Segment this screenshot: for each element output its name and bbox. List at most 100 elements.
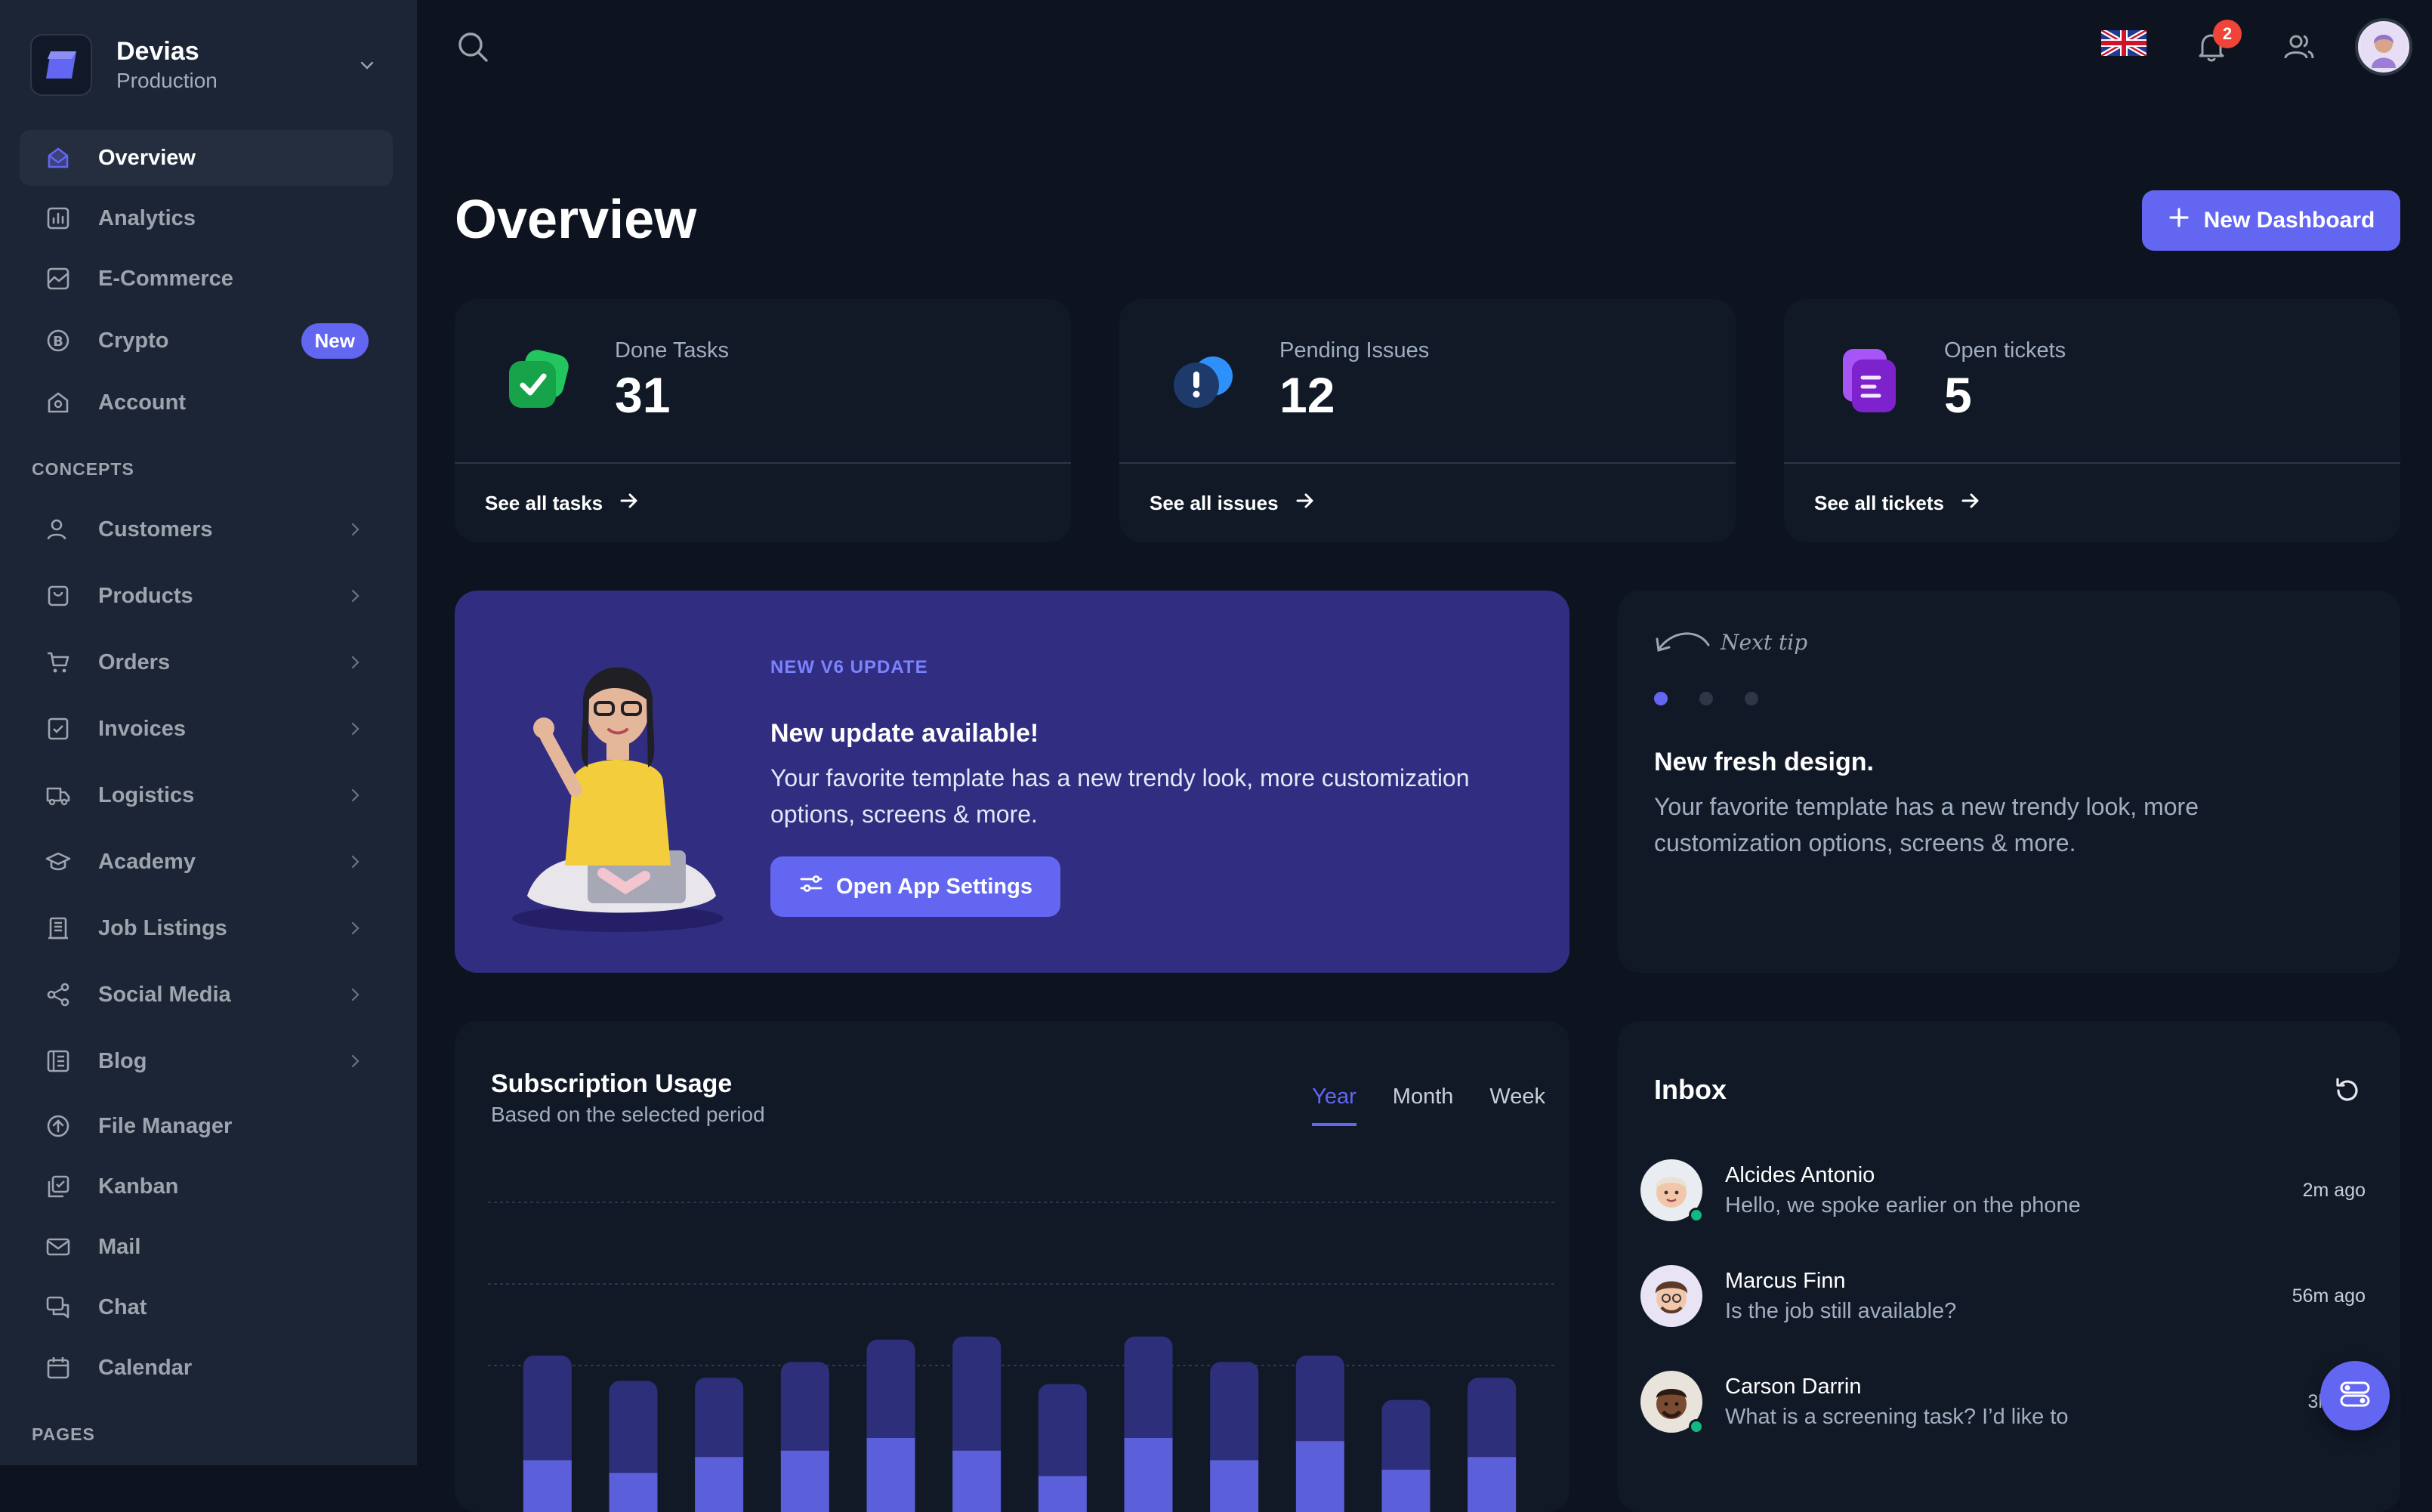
- chart-bar-segment-lower[interactable]: [1295, 1441, 1344, 1512]
- sidebar-item-blog[interactable]: Blog: [20, 1033, 393, 1089]
- chart-bar-segment-lower[interactable]: [1210, 1460, 1259, 1512]
- workspace-name: Devias: [116, 37, 199, 66]
- workspace-switcher[interactable]: Devias Production: [30, 30, 382, 100]
- promo-description: Your favorite template has a new trendy …: [770, 764, 1470, 828]
- section-title-concepts: CONCEPTS: [32, 459, 134, 479]
- tip-title: New fresh design.: [1654, 748, 1874, 776]
- period-tabs: Year Month Week: [1312, 1085, 1545, 1126]
- open-app-settings-button[interactable]: Open App Settings: [770, 856, 1060, 917]
- logo-icon: [30, 34, 92, 96]
- settings-sliders-icon: [798, 871, 824, 903]
- chart-bar-segment-upper[interactable]: [866, 1339, 915, 1453]
- sidebar-item-invoices[interactable]: Invoices: [20, 701, 393, 757]
- promo-title: New update available!: [770, 719, 1039, 748]
- sidebar-item-products[interactable]: Products: [20, 568, 393, 624]
- person-with-laptop-illustration: [497, 624, 739, 941]
- sidebar: Devias Production Overview Analytics E-C…: [0, 0, 417, 1465]
- tab-month[interactable]: Month: [1393, 1085, 1454, 1126]
- message-sender: Alcides Antonio: [1725, 1163, 1875, 1187]
- sidebar-item-customers[interactable]: Customers: [20, 501, 393, 557]
- chart-bar-segment-lower[interactable]: [952, 1450, 1002, 1512]
- stat-label: Open tickets: [1944, 338, 2066, 363]
- kanban-icon: [42, 1171, 74, 1202]
- sidebar-item-crypto[interactable]: B Crypto New: [20, 313, 393, 369]
- settings-fab-button[interactable]: [2320, 1361, 2390, 1430]
- sidebar-item-file-manager[interactable]: File Manager: [20, 1098, 393, 1154]
- cart-icon: [42, 646, 74, 678]
- sidebar-item-orders[interactable]: Orders: [20, 634, 393, 690]
- chart-bar-segment-upper[interactable]: [952, 1336, 1002, 1466]
- chart-bar-segment-lower[interactable]: [609, 1473, 658, 1512]
- update-promo-card: NEW V6 UPDATE New update available! Your…: [455, 591, 1569, 973]
- sidebar-item-overview[interactable]: Overview: [20, 130, 393, 186]
- sidebar-item-ecommerce[interactable]: E-Commerce: [20, 251, 393, 307]
- avatar: [1640, 1159, 1704, 1223]
- sidebar-item-label: Analytics: [98, 205, 196, 230]
- stat-label: Done Tasks: [615, 338, 729, 363]
- chart-bar-segment-lower[interactable]: [780, 1450, 829, 1512]
- promo-overline: NEW V6 UPDATE: [770, 657, 928, 677]
- chart-bar-segment-upper[interactable]: [1210, 1362, 1259, 1476]
- chart-bar-segment-lower[interactable]: [1468, 1457, 1517, 1512]
- sidebar-item-job-listings[interactable]: Job Listings: [20, 900, 393, 956]
- chart-bar-segment-upper[interactable]: [609, 1381, 658, 1489]
- message-preview: Hello, we spoke earlier on the phone: [1725, 1193, 2081, 1217]
- sidebar-item-kanban[interactable]: Kanban: [20, 1159, 393, 1214]
- inbox-message[interactable]: Carson Darrin What is a screening task? …: [1640, 1364, 2366, 1439]
- search-icon[interactable]: [452, 26, 494, 68]
- chevron-up-down-icon: [352, 50, 382, 80]
- sidebar-item-label: Crypto: [98, 328, 169, 353]
- sidebar-item-analytics[interactable]: Analytics: [20, 190, 393, 246]
- see-all-tasks-link[interactable]: See all tasks: [455, 464, 1071, 542]
- tab-year[interactable]: Year: [1312, 1085, 1356, 1126]
- sidebar-item-social-media[interactable]: Social Media: [20, 967, 393, 1023]
- new-dashboard-button[interactable]: New Dashboard: [2142, 190, 2400, 251]
- message-time: 2m ago: [2302, 1179, 2366, 1201]
- bell-icon[interactable]: 2: [2189, 20, 2242, 69]
- chart-bar-segment-lower[interactable]: [1124, 1438, 1173, 1512]
- chart-bar-segment-lower[interactable]: [695, 1457, 744, 1512]
- chart-bar-segment-upper[interactable]: [1295, 1355, 1344, 1457]
- chart-bar-segment-lower[interactable]: [1038, 1476, 1087, 1512]
- svg-text:B: B: [53, 334, 63, 350]
- see-all-tickets-link[interactable]: See all tickets: [1784, 464, 2400, 542]
- tab-week[interactable]: Week: [1489, 1085, 1545, 1126]
- share-icon: [42, 979, 74, 1011]
- chart-bar-segment-lower[interactable]: [1381, 1470, 1430, 1512]
- inbox-card: Inbox Alcides Antonio Hello, we spoke ea…: [1618, 1021, 2400, 1512]
- chart-bar-segment-upper[interactable]: [1038, 1384, 1087, 1492]
- chart-bar-segment-upper[interactable]: [1124, 1336, 1173, 1453]
- chart-bar-segment-lower[interactable]: [523, 1460, 572, 1512]
- user-avatar[interactable]: [2355, 18, 2412, 76]
- carousel-dot[interactable]: [1654, 692, 1668, 705]
- sidebar-item-label: File Manager: [98, 1113, 233, 1138]
- uk-flag-icon[interactable]: [2100, 29, 2148, 57]
- tip-card: Next tip New fresh design. Your favorite…: [1618, 591, 2400, 973]
- plus-icon: [2168, 206, 2190, 235]
- sidebar-item-calendar[interactable]: Calendar: [20, 1340, 393, 1396]
- sidebar-item-chat[interactable]: Chat: [20, 1279, 393, 1335]
- sidebar-item-logistics[interactable]: Logistics: [20, 767, 393, 823]
- sidebar-item-label: Job Listings: [98, 915, 227, 940]
- avatar: [1640, 1265, 1702, 1327]
- refresh-icon[interactable]: [2328, 1071, 2367, 1110]
- bar-chart-icon: [42, 202, 74, 234]
- sidebar-item-mail[interactable]: Mail: [20, 1219, 393, 1275]
- contacts-icon[interactable]: [2276, 24, 2322, 69]
- carousel-dot[interactable]: [1745, 692, 1758, 705]
- mail-icon: [42, 1231, 74, 1263]
- see-all-issues-link[interactable]: See all issues: [1119, 464, 1736, 542]
- inbox-message[interactable]: Marcus Finn Is the job still available? …: [1640, 1258, 2366, 1334]
- sidebar-item-academy[interactable]: Academy: [20, 834, 393, 890]
- stat-link-label: See all tickets: [1814, 491, 1944, 514]
- graduation-cap-icon: [42, 846, 74, 878]
- inbox-message[interactable]: Alcides Antonio Hello, we spoke earlier …: [1640, 1153, 2366, 1228]
- next-tip-handwritten[interactable]: Next tip: [1653, 627, 1807, 657]
- ticket-document-icon: [1829, 343, 1905, 418]
- chart-bar-segment-upper[interactable]: [523, 1355, 572, 1476]
- chart-bar-segment-upper[interactable]: [780, 1362, 829, 1466]
- sidebar-item-account[interactable]: Account: [20, 375, 393, 430]
- chart-bar-segment-lower[interactable]: [866, 1438, 915, 1512]
- carousel-dot[interactable]: [1699, 692, 1713, 705]
- sidebar-item-label: Orders: [98, 650, 171, 674]
